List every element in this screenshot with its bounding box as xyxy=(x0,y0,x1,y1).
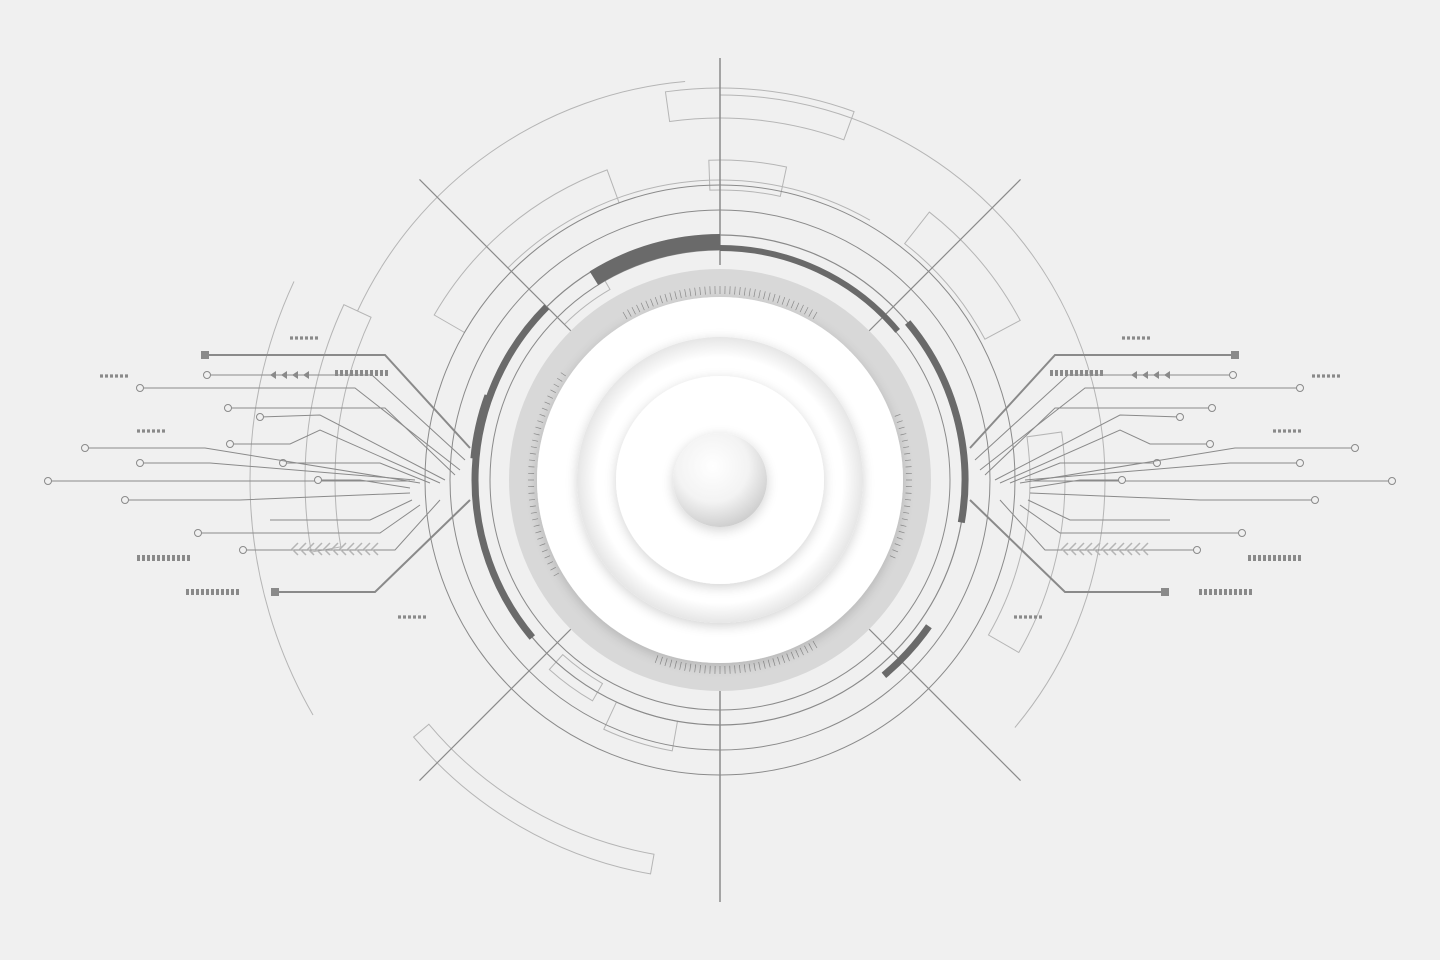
circle-node-icon xyxy=(1311,496,1319,504)
circle-node-icon xyxy=(1296,384,1304,392)
square-node-icon xyxy=(1161,588,1169,596)
circle-node-icon xyxy=(121,496,129,504)
sphere-icon xyxy=(673,433,767,527)
circle-node-icon xyxy=(1176,413,1184,421)
circle-node-icon xyxy=(1351,444,1359,452)
circle-node-icon xyxy=(226,440,234,448)
circle-node-icon xyxy=(239,546,247,554)
square-node-icon xyxy=(1231,351,1239,359)
circle-node-icon xyxy=(1208,404,1216,412)
square-node-icon xyxy=(271,588,279,596)
tech-eye-illustration xyxy=(0,0,1440,960)
square-node-icon xyxy=(201,351,209,359)
circle-node-icon xyxy=(44,477,52,485)
circle-node-icon xyxy=(314,476,322,484)
circle-node-icon xyxy=(1229,371,1237,379)
circle-node-icon xyxy=(136,384,144,392)
circle-node-icon xyxy=(1206,440,1214,448)
circle-node-icon xyxy=(81,444,89,452)
circle-node-icon xyxy=(256,413,264,421)
circle-node-icon xyxy=(1238,529,1246,537)
circle-node-icon xyxy=(1193,546,1201,554)
circle-node-icon xyxy=(1388,477,1396,485)
circle-node-icon xyxy=(194,529,202,537)
center-disc xyxy=(537,297,903,663)
circle-node-icon xyxy=(224,404,232,412)
circle-node-icon xyxy=(136,459,144,467)
circle-node-icon xyxy=(203,371,211,379)
circle-node-icon xyxy=(1296,459,1304,467)
circle-node-icon xyxy=(1118,476,1126,484)
